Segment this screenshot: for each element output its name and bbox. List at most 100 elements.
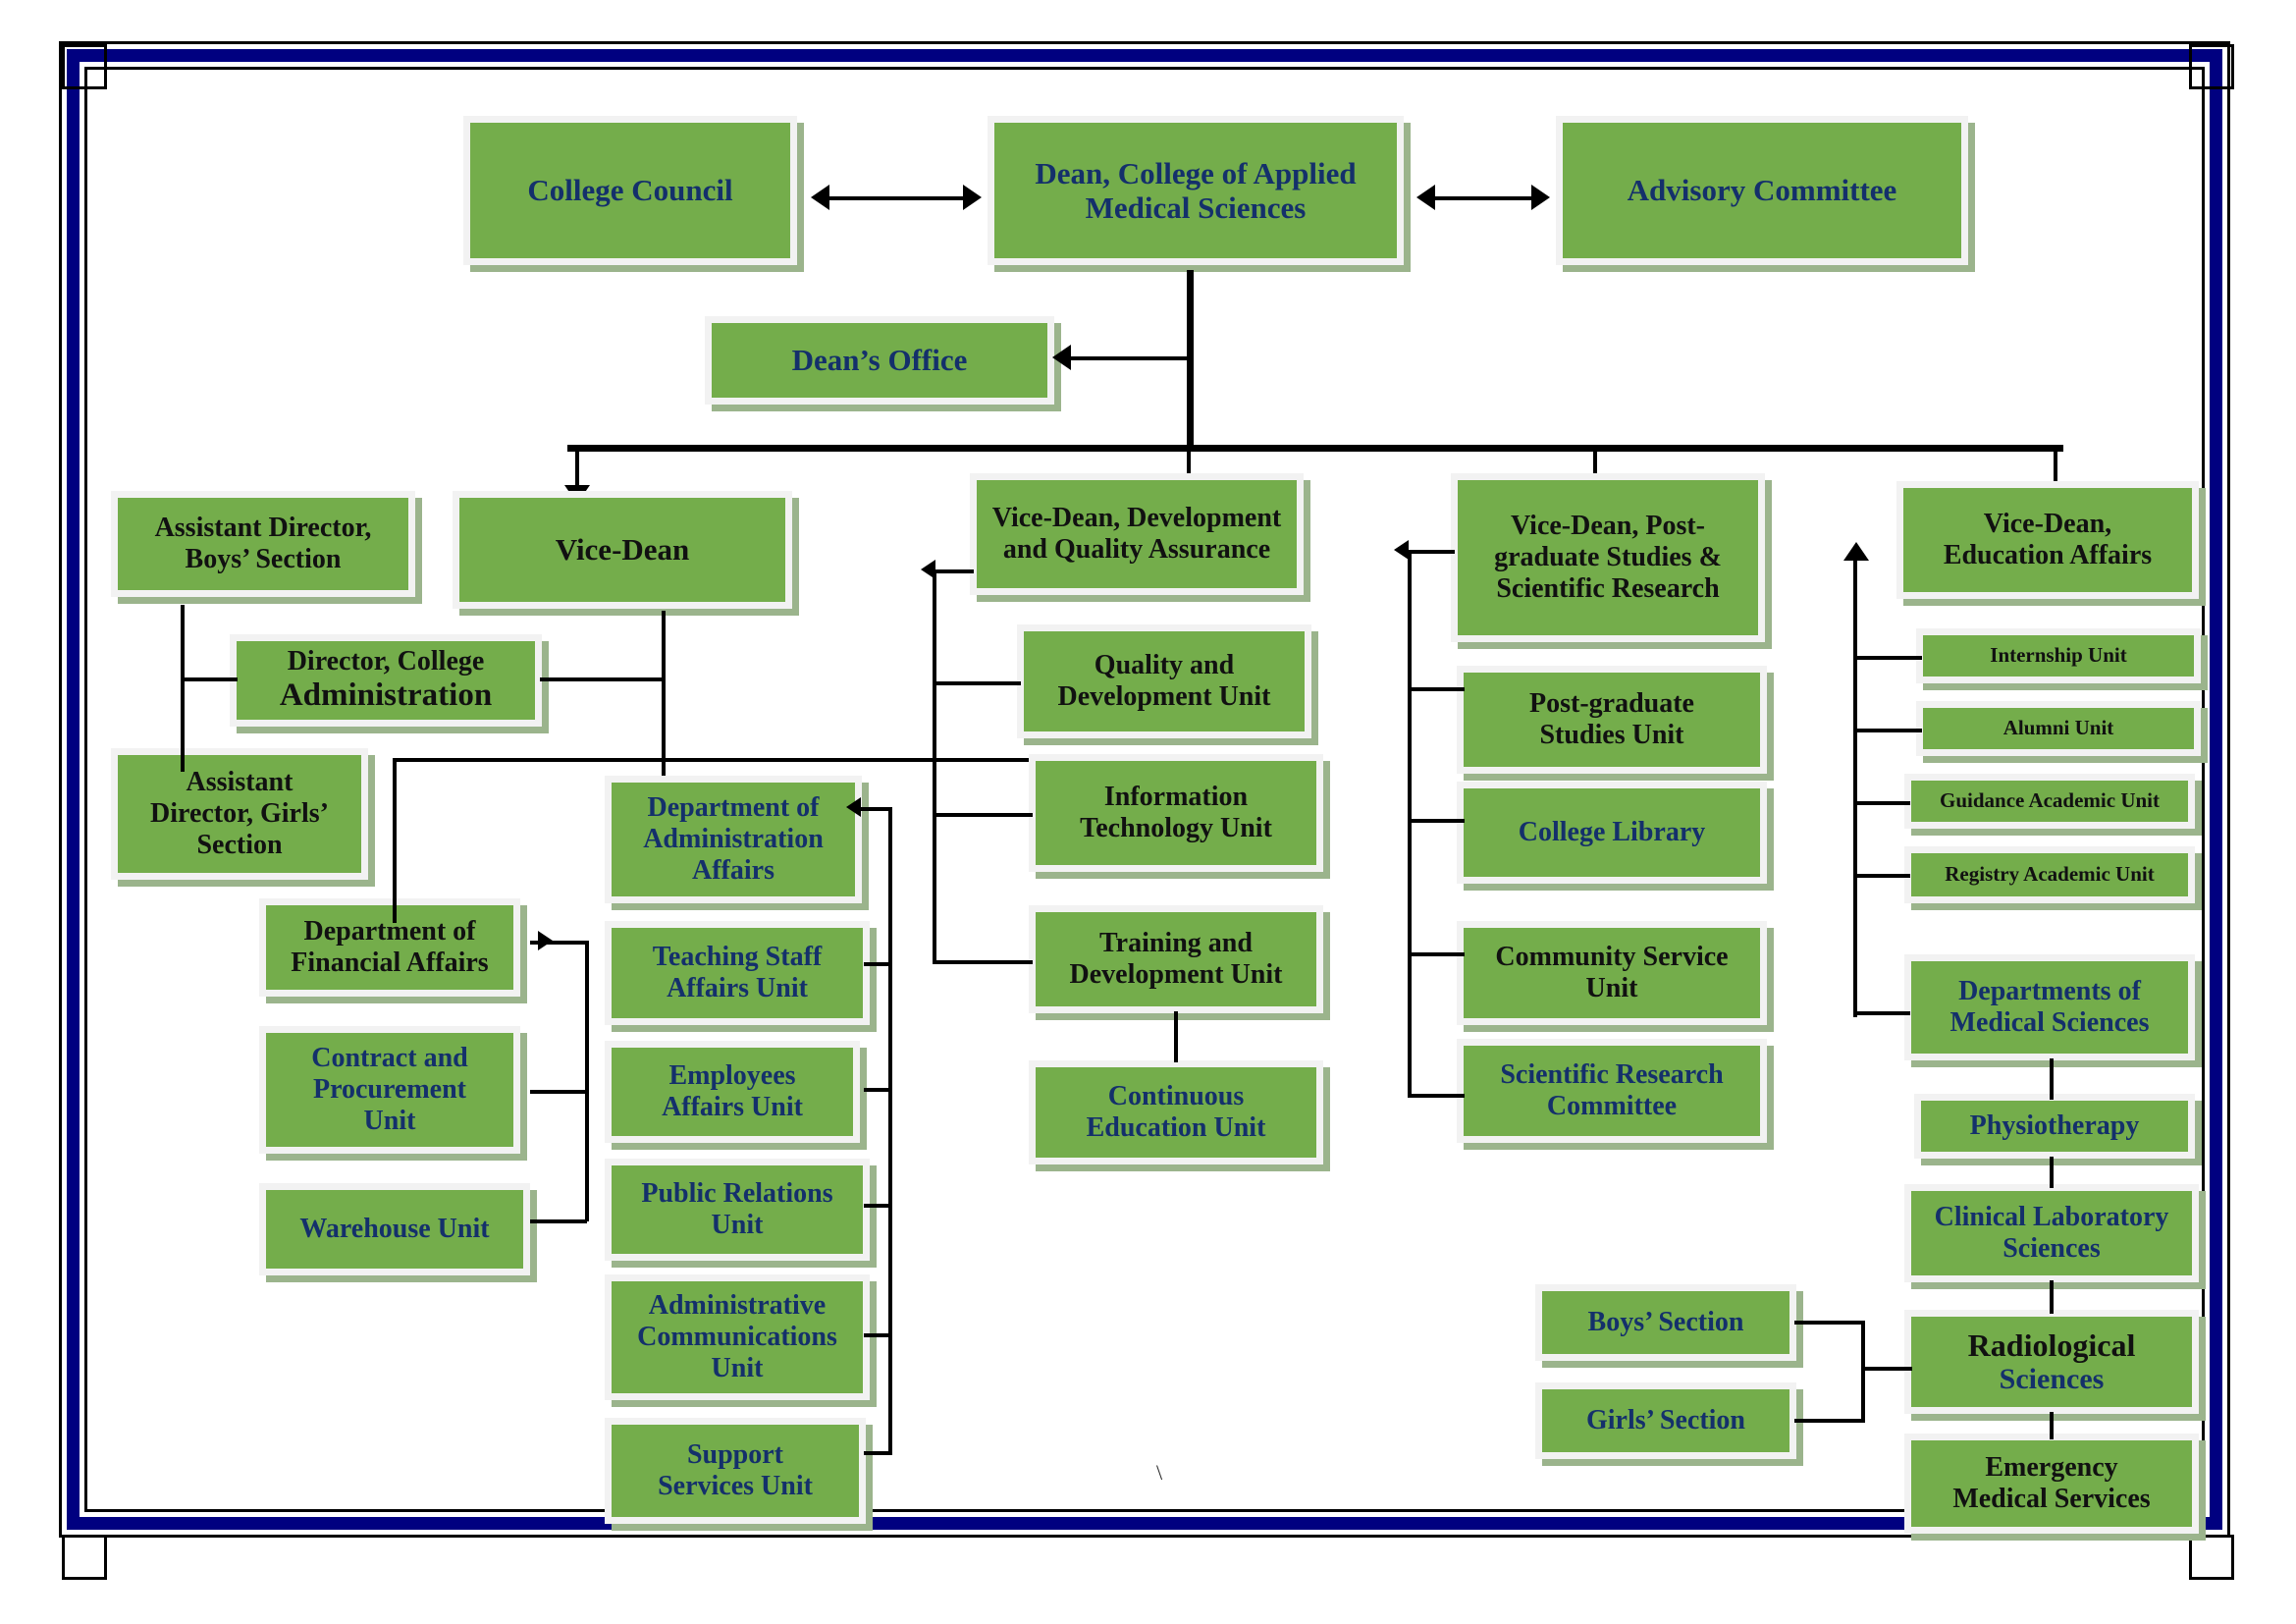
node-continuous-education-unit[interactable]: Continuous Education Unit [1029, 1060, 1323, 1164]
node-college-council[interactable]: College Council [463, 116, 797, 265]
node-teaching-staff-affairs-unit[interactable]: Teaching Staff Affairs Unit [605, 921, 870, 1025]
node-dept-financial-affairs[interactable]: Department of Financial Affairs [259, 898, 520, 997]
edge-spine-pg-studies [1408, 687, 1465, 691]
node-vice-dean-development-qa[interactable]: Vice-Dean, Development and Quality Assur… [970, 473, 1304, 595]
edge-sections-join [1861, 1321, 1865, 1421]
node-vice-dean-postgraduate[interactable]: Vice-Dean, Post- graduate Studies & Scie… [1451, 473, 1765, 642]
stray-glyph: \ [1156, 1460, 1163, 1485]
arrowhead-council-left [811, 185, 829, 210]
edge-spine-support [864, 1451, 891, 1455]
node-vice-dean[interactable]: Vice-Dean [453, 491, 792, 609]
node-community-service-unit[interactable]: Community Service Unit [1457, 921, 1767, 1025]
node-emergency-medical-services[interactable]: Emergency Medical Services [1904, 1434, 2199, 1534]
node-girls-section[interactable]: Girls’ Section [1535, 1382, 1796, 1459]
node-employees-affairs-unit[interactable]: Employees Affairs Unit [605, 1041, 860, 1143]
arrowhead-admin-affairs [846, 797, 861, 817]
node-scientific-research-committee[interactable]: Scientific Research Committee [1457, 1039, 1767, 1143]
edge-spine-alumni [1853, 729, 1922, 732]
edge-departments-physio [2050, 1058, 2054, 1100]
node-information-technology-unit[interactable]: Information Technology Unit [1029, 754, 1323, 872]
director-college-admin-line-1: Director, College [287, 646, 485, 677]
node-physiotherapy[interactable]: Physiotherapy [1914, 1094, 2195, 1159]
org-chart-canvas: College Council Dean, College of Applied… [0, 0, 2296, 1624]
node-assistant-director-girls[interactable]: Assistant Director, Girls’ Section [111, 748, 368, 880]
edge-spine-teaching [864, 962, 891, 966]
node-contract-procurement-unit[interactable]: Contract and Procurement Unit [259, 1026, 520, 1154]
edge-sections-to-radiological [1861, 1367, 1912, 1371]
edge-council-dean [823, 196, 970, 200]
director-college-admin-line-2: Administration [279, 677, 493, 714]
edge-dean-advisory [1428, 196, 1538, 200]
edge-spine-vicedean-devqa [933, 569, 974, 573]
arrowhead-deansoffice [1052, 345, 1071, 370]
edge-admin-affairs-spine [888, 807, 892, 1455]
edge-boys-out [1794, 1321, 1865, 1325]
node-radiological-sciences[interactable]: Radiological Sciences [1904, 1310, 2199, 1414]
edge-radiological-emergency [2050, 1412, 2054, 1439]
edge-director-to-vicedean [540, 677, 666, 681]
arrowhead-dean-right [963, 185, 982, 210]
arrowhead-advisory-left [1416, 185, 1435, 210]
node-departments-of-medical-sciences[interactable]: Departments of Medical Sciences [1904, 954, 2195, 1060]
arrowhead-postgrad [1394, 540, 1409, 560]
node-boys-section[interactable]: Boys’ Section [1535, 1284, 1796, 1361]
edge-dean-trunk [1187, 270, 1194, 452]
edge-warehouse-out [530, 1219, 587, 1223]
edge-spine-library [1408, 819, 1465, 823]
node-guidance-academic-unit[interactable]: Guidance Academic Unit [1904, 774, 2195, 829]
arrowhead-financial [538, 931, 553, 950]
edge-dev-qa-spine [933, 569, 936, 962]
arrowhead-education-up [1843, 542, 1869, 561]
edge-spine-departments [1853, 1011, 1910, 1015]
node-deans-office[interactable]: Dean’s Office [705, 316, 1054, 405]
node-advisory-committee[interactable]: Advisory Committee [1556, 116, 1968, 265]
edge-dean-deansoffice [1070, 356, 1190, 360]
edge-spine-employees [864, 1088, 891, 1092]
edge-physio-clinical [2050, 1157, 2054, 1188]
edge-spine-internship [1853, 656, 1922, 660]
node-assistant-director-boys[interactable]: Assistant Director, Boys’ Section [111, 491, 415, 597]
edge-contract-out [530, 1090, 587, 1094]
edge-spine-guidance [1853, 801, 1910, 805]
edge-to-financial-affairs [393, 758, 397, 923]
node-administrative-communications-unit[interactable]: Administrative Communications Unit [605, 1274, 870, 1400]
node-training-development-unit[interactable]: Training and Development Unit [1029, 905, 1323, 1013]
node-quality-development-unit[interactable]: Quality and Development Unit [1017, 624, 1311, 738]
edge-spine-sci-research [1408, 1094, 1465, 1098]
node-dean[interactable]: Dean, College of Applied Medical Science… [988, 116, 1404, 265]
edge-spine-publicrel [864, 1204, 891, 1208]
edge-spine-community [1408, 952, 1465, 956]
arrowhead-dev-qa [921, 560, 935, 579]
edge-education-spine [1853, 558, 1857, 1017]
edge-girls-out [1794, 1419, 1865, 1423]
node-public-relations-unit[interactable]: Public Relations Unit [605, 1159, 870, 1261]
arrowhead-advisory-right [1531, 185, 1550, 210]
edge-adboys-vertical [181, 605, 185, 772]
node-alumni-unit[interactable]: Alumni Unit [1916, 701, 2201, 756]
edge-spine-vicedean-postgrad [1408, 550, 1455, 554]
edge-spine-registry [1853, 874, 1910, 878]
node-vice-dean-education-affairs[interactable]: Vice-Dean, Education Affairs [1896, 481, 2199, 599]
node-registry-academic-unit[interactable]: Registry Academic Unit [1904, 846, 2195, 903]
node-warehouse-unit[interactable]: Warehouse Unit [259, 1183, 530, 1275]
edge-vicedean-sub-bus [393, 758, 1060, 762]
node-dept-administration-affairs[interactable]: Department of Administration Affairs [605, 776, 862, 903]
node-support-services-unit[interactable]: Support Services Unit [605, 1418, 866, 1524]
radiological-line-2: Sciences [1999, 1363, 2105, 1396]
edge-adboys-to-director [181, 677, 238, 681]
node-college-library[interactable]: College Library [1457, 782, 1767, 884]
edge-postgrad-spine [1408, 550, 1412, 1096]
radiological-line-1: Radiological [1967, 1326, 2136, 1363]
node-internship-unit[interactable]: Internship Unit [1916, 628, 2201, 683]
edge-clinical-radiological [2050, 1280, 2054, 1314]
node-postgraduate-studies-unit[interactable]: Post-graduate Studies Unit [1457, 666, 1767, 774]
edge-spine-training [933, 960, 1033, 964]
edge-vicedean-bus [567, 445, 2063, 452]
edge-spine-admincomm [864, 1333, 891, 1337]
edge-bus-drop-1 [575, 445, 579, 489]
edge-training-to-continuous [1174, 1011, 1178, 1062]
edge-spine-it [933, 813, 1033, 817]
edge-financial-vertical [585, 941, 589, 1221]
node-director-college-administration[interactable]: Director, College Administration [230, 634, 542, 727]
node-clinical-laboratory-sciences[interactable]: Clinical Laboratory Sciences [1904, 1184, 2199, 1282]
